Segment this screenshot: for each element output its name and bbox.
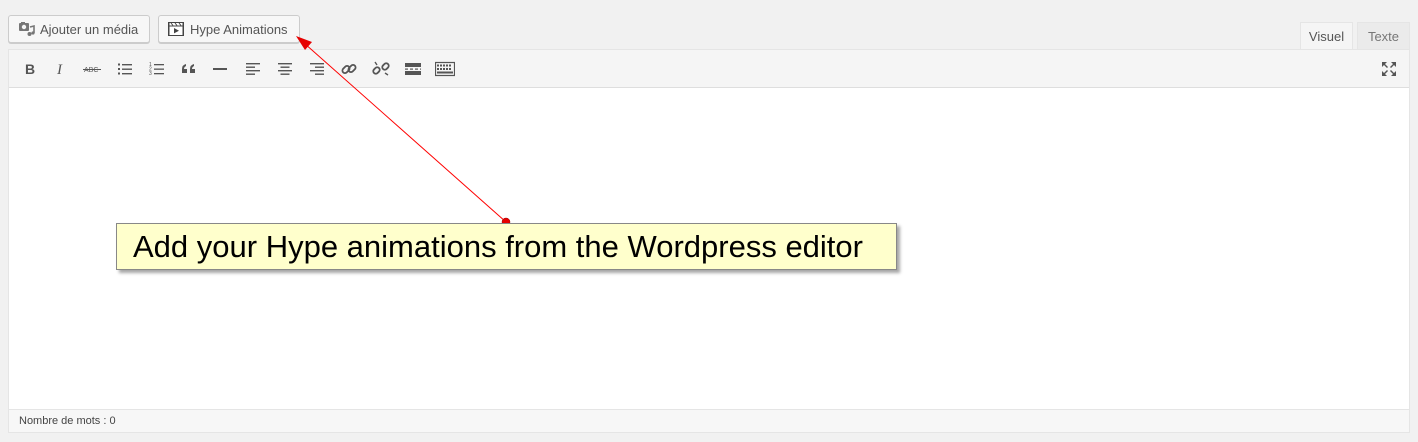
editor-stage: Ajouter un média Hype Animations Visuel … [0, 0, 1418, 442]
annotation-text: Add your Hype animations from the Wordpr… [133, 228, 863, 264]
annotation-callout: Add your Hype animations from the Wordpr… [116, 223, 897, 270]
annotation-arrow [296, 36, 511, 227]
